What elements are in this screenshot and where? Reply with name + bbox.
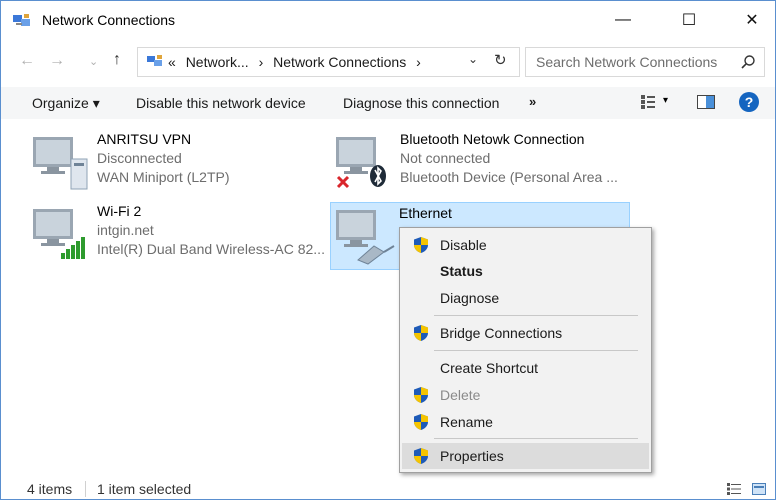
help-button[interactable]: ?	[739, 92, 759, 112]
close-button[interactable]: ✕	[729, 1, 775, 39]
diagnose-connection-button[interactable]: Diagnose this connection	[343, 95, 499, 111]
menu-item-label: Delete	[440, 387, 481, 403]
connection-name: ANRITSU VPN	[97, 131, 192, 147]
disable-device-button[interactable]: Disable this network device	[136, 95, 306, 111]
breadcrumb-network-connections[interactable]: Network Connections	[273, 54, 406, 70]
menu-item-delete[interactable]: Delete	[402, 382, 649, 408]
connection-status: Not connected	[400, 150, 491, 166]
connection-status: Disconnected	[97, 150, 182, 166]
recent-locations-icon[interactable]: ⌄	[89, 55, 98, 68]
maximize-button[interactable]: ☐	[666, 1, 712, 39]
ethernet-connection-icon	[336, 210, 395, 265]
uac-shield-icon	[414, 325, 428, 341]
status-divider	[85, 481, 86, 497]
chevron-down-icon[interactable]: ⌄	[468, 52, 478, 66]
uac-shield-icon	[414, 414, 428, 430]
command-bar: Organize ▾ Disable this network device D…	[1, 87, 775, 119]
menu-separator	[434, 350, 638, 351]
network-connections-icon	[13, 14, 30, 26]
address-bar[interactable]: « Network... › Network Connections › ⌄ ↻	[137, 47, 520, 77]
status-bar: 4 items 1 item selected	[1, 477, 775, 499]
menu-item-label: Diagnose	[440, 290, 500, 306]
menu-item-label: Rename	[440, 414, 493, 430]
breadcrumb-network[interactable]: Network...	[186, 54, 249, 70]
breadcrumb-overflow[interactable]: «	[168, 54, 176, 70]
address-row: ← → ⌄ ↑ « Network... › Network Connectio…	[1, 44, 775, 80]
breadcrumb: « Network... › Network Connections ›	[168, 54, 427, 70]
breadcrumb-separator[interactable]: ›	[259, 54, 264, 70]
change-view-icon[interactable]	[641, 95, 655, 109]
vpn-connection-icon	[33, 137, 88, 190]
menu-item-label: Create Shortcut	[440, 360, 539, 376]
network-connections-window: Network Connections — ☐ ✕ ← → ⌄ ↑ « Netw…	[0, 0, 776, 500]
bluetooth-connection-icon	[336, 137, 386, 189]
forward-icon[interactable]: →	[49, 52, 65, 70]
wifi-connection-icon	[33, 209, 85, 259]
search-input[interactable]	[536, 54, 726, 70]
menu-item-create-shortcut[interactable]: Create Shortcut	[402, 355, 649, 381]
title-bar: Network Connections — ☐ ✕	[1, 1, 775, 39]
connection-device: WAN Miniport (L2TP)	[97, 169, 230, 185]
connection-item-anritsu-vpn[interactable]: ANRITSU VPN Disconnected WAN Miniport (L…	[31, 129, 331, 197]
menu-item-label: Bridge Connections	[440, 325, 563, 341]
details-view-icon[interactable]	[727, 483, 741, 495]
connection-item-wifi-2[interactable]: Wi-Fi 2 intgin.net Intel(R) Dual Band Wi…	[31, 201, 331, 269]
uac-shield-icon	[414, 387, 428, 403]
menu-item-label: Properties	[440, 448, 504, 464]
back-icon[interactable]: ←	[19, 52, 35, 70]
menu-item-label: Status	[440, 263, 483, 279]
menu-item-status[interactable]: Status	[402, 258, 649, 284]
view-options-chevron-icon[interactable]: ▾	[663, 95, 668, 106]
menu-separator	[434, 438, 638, 439]
menu-item-disable[interactable]: Disable	[402, 232, 649, 258]
preview-pane-icon[interactable]	[697, 95, 715, 109]
uac-shield-icon	[414, 237, 428, 253]
more-commands-button[interactable]: »	[529, 94, 536, 109]
connection-name: Bluetooth Netowk Connection	[400, 131, 585, 147]
connection-device: Intel(R) Dual Band Wireless-AC 82...	[97, 241, 325, 257]
search-box[interactable]	[525, 47, 765, 77]
connection-item-bluetooth[interactable]: Bluetooth Netowk Connection Not connecte…	[334, 129, 634, 197]
connection-name: Wi-Fi 2	[97, 203, 142, 219]
network-connections-icon	[147, 55, 162, 66]
connection-status: intgin.net	[97, 222, 154, 238]
window-title: Network Connections	[42, 12, 176, 28]
refresh-icon[interactable]: ↻	[494, 51, 507, 69]
item-count: 4 items	[27, 481, 73, 497]
menu-separator	[434, 315, 638, 316]
organize-button[interactable]: Organize ▾	[32, 95, 100, 112]
up-icon[interactable]: ↑	[113, 51, 121, 69]
context-menu: Disable Status Diagnose Bridge Connectio…	[399, 227, 652, 473]
connection-device: Bluetooth Device (Personal Area ...	[400, 169, 618, 185]
menu-item-properties[interactable]: Properties	[402, 443, 649, 469]
uac-shield-icon	[414, 448, 428, 464]
menu-item-rename[interactable]: Rename	[402, 409, 649, 435]
connection-name: Ethernet	[399, 205, 452, 221]
minimize-button[interactable]: —	[600, 1, 646, 39]
menu-item-label: Disable	[440, 237, 487, 253]
large-icons-view-icon[interactable]	[752, 483, 766, 495]
search-icon[interactable]	[740, 54, 756, 70]
selection-count: 1 item selected	[97, 481, 192, 497]
menu-item-diagnose[interactable]: Diagnose	[402, 285, 649, 311]
menu-item-bridge-connections[interactable]: Bridge Connections	[402, 320, 649, 346]
breadcrumb-separator[interactable]: ›	[416, 54, 421, 70]
